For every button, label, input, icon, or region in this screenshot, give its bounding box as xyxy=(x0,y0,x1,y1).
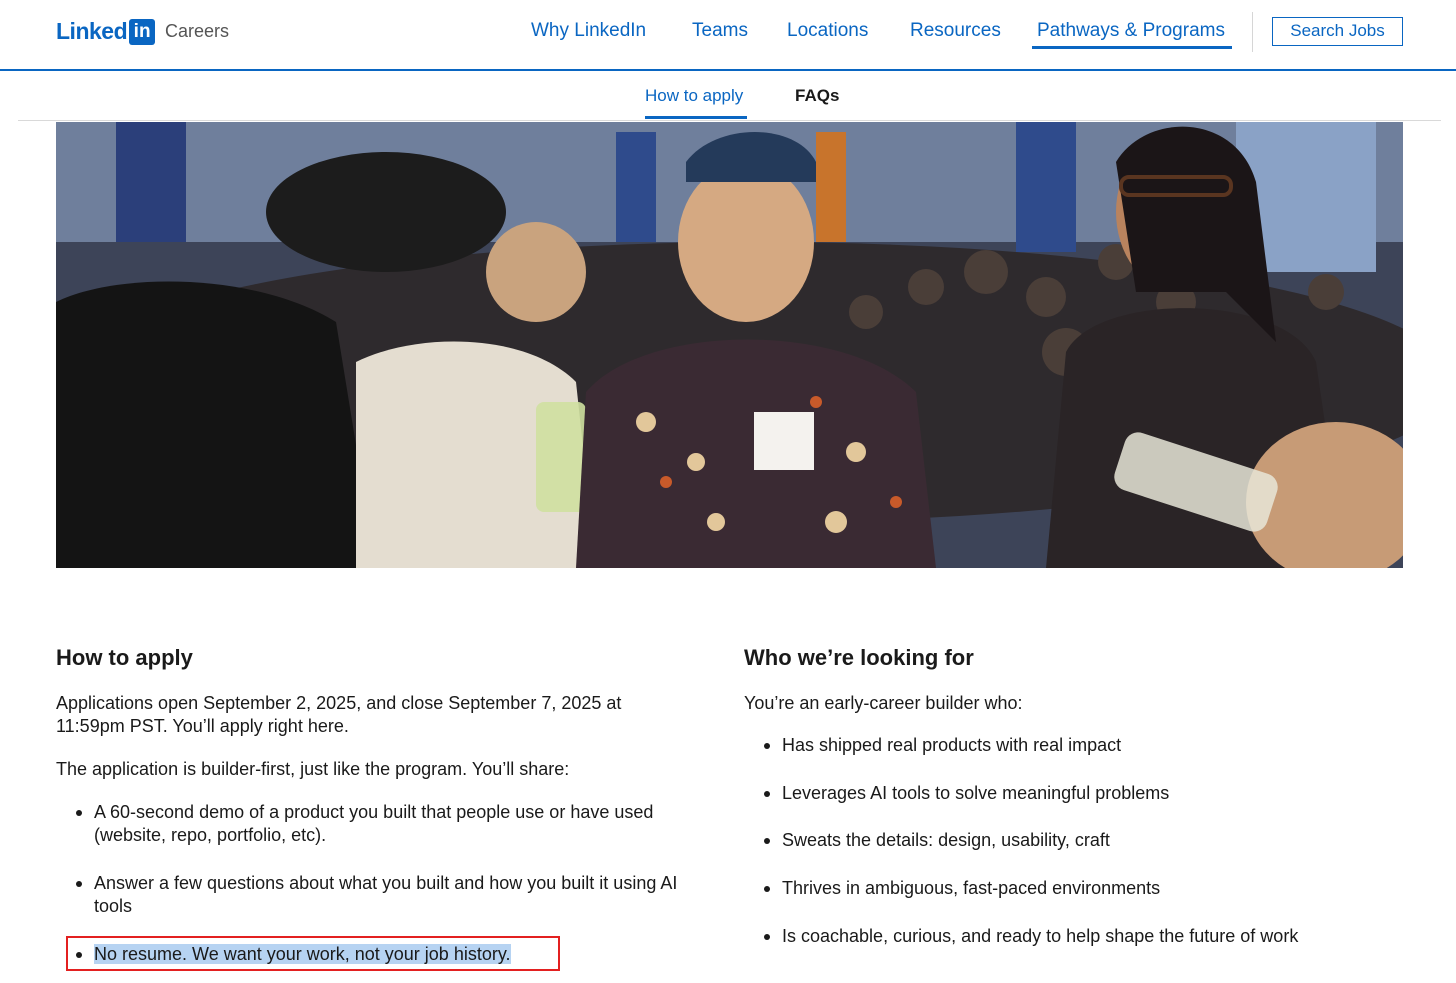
tab-faqs[interactable]: FAQs xyxy=(795,86,839,106)
logo-in-icon: in xyxy=(129,18,156,45)
list-item: Is coachable, curious, and ready to help… xyxy=(764,925,1442,948)
bullet-icon xyxy=(764,838,770,844)
list-item: A 60-second demo of a product you built … xyxy=(76,801,694,847)
bullet-icon xyxy=(764,934,770,940)
looking-for-lead-text: You’re an early-career builder who: xyxy=(744,693,1023,713)
hero-photo xyxy=(56,122,1403,568)
nav-active-indicator xyxy=(1032,46,1232,49)
list-item-text: Sweats the details: design, usability, c… xyxy=(782,830,1110,850)
linkedin-logo[interactable]: Linked in xyxy=(56,18,156,45)
subnav-divider xyxy=(18,120,1441,121)
annotation-highlight-box xyxy=(66,936,560,971)
list-item-text: Thrives in ambiguous, fast-paced environ… xyxy=(782,878,1161,898)
bullet-icon xyxy=(76,881,82,887)
list-item-text: A 60-second demo of a product you built … xyxy=(94,802,654,845)
logo-wordmark: Linked xyxy=(56,18,128,44)
how-to-apply-heading: How to apply xyxy=(56,645,193,670)
header-underline xyxy=(0,69,1456,71)
who-looking-for-heading: Who we’re looking for xyxy=(744,645,974,670)
tab-how-to-apply[interactable]: How to apply xyxy=(645,86,743,106)
list-item-text: Is coachable, curious, and ready to help… xyxy=(782,926,1299,946)
list-item-text: Has shipped real products with real impa… xyxy=(782,735,1122,755)
nav-resources[interactable]: Resources xyxy=(910,20,1001,42)
bullet-icon xyxy=(764,791,770,797)
nav-teams[interactable]: Teams xyxy=(692,20,748,42)
nav-pathways-programs[interactable]: Pathways & Programs xyxy=(1037,20,1225,42)
application-lead-text: The application is builder-first, just l… xyxy=(56,759,570,779)
list-item-text: Answer a few questions about what you bu… xyxy=(94,873,678,916)
bullet-icon xyxy=(764,743,770,749)
list-item: Sweats the details: design, usability, c… xyxy=(764,829,1422,852)
bullet-icon xyxy=(764,886,770,892)
list-item: Answer a few questions about what you bu… xyxy=(76,872,704,918)
nav-why-linkedin[interactable]: Why LinkedIn xyxy=(531,20,646,42)
search-jobs-button[interactable]: Search Jobs xyxy=(1272,17,1403,46)
application-dates-text: Applications open September 2, 2025, and… xyxy=(56,693,622,736)
list-item-text: Leverages AI tools to solve meaningful p… xyxy=(782,783,1170,803)
nav-divider xyxy=(1252,12,1253,52)
list-item: Leverages AI tools to solve meaningful p… xyxy=(764,782,1422,805)
bullet-icon xyxy=(76,810,82,816)
hero-photo-illustration xyxy=(56,122,1403,568)
list-item: Thrives in ambiguous, fast-paced environ… xyxy=(764,877,1422,900)
careers-label[interactable]: Careers xyxy=(165,21,229,42)
list-item: Has shipped real products with real impa… xyxy=(764,734,1422,757)
site-header: Linked in Careers Why LinkedIn Teams Loc… xyxy=(0,0,1456,70)
nav-locations[interactable]: Locations xyxy=(787,20,868,42)
tab-active-indicator xyxy=(645,116,747,119)
